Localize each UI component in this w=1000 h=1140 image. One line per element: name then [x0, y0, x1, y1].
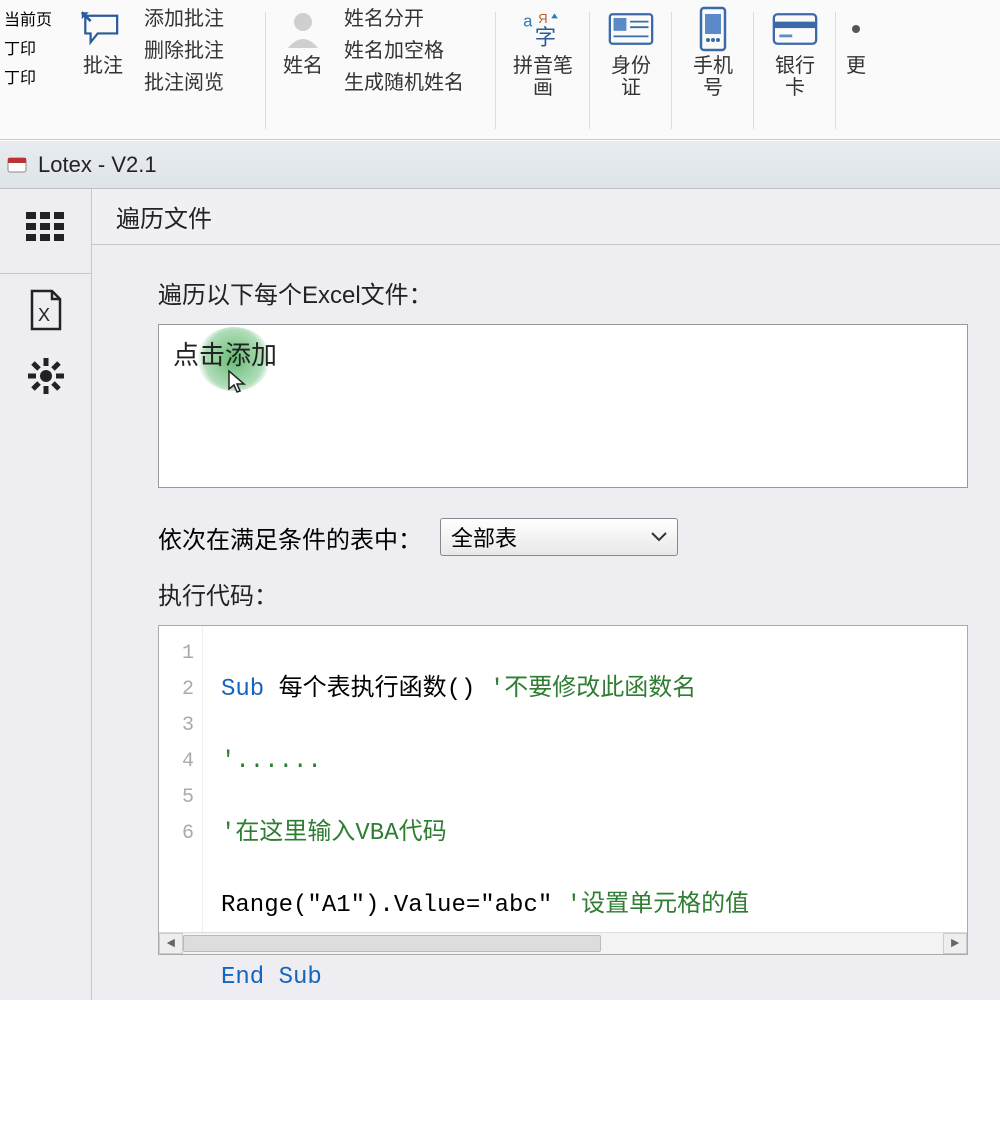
app-title: Lotex - V2.1	[38, 152, 157, 178]
sidebar: X	[0, 189, 92, 1000]
sheet-select[interactable]: 全部表	[440, 518, 678, 556]
chevron-down-icon	[651, 532, 667, 542]
tab-bar: 遍历文件	[92, 189, 1000, 245]
select-value: 全部表	[451, 521, 517, 553]
condition-label: 依次在满足条件的表中：	[158, 520, 422, 555]
ribbon-label: 更	[846, 55, 866, 77]
code-body: Sub 每个表执行函数() '不要修改此函数名 '...... '在这里输入VB…	[221, 626, 967, 1140]
files-label: 遍历以下每个Excel文件：	[158, 275, 1000, 310]
ribbon-group-name: 姓名 姓名分开 姓名加空格 生成随机姓名	[266, 2, 496, 139]
ribbon-label: 批注	[83, 55, 123, 77]
sidebar-excel-button[interactable]: X	[21, 290, 71, 330]
ribbon-item[interactable]: 姓名分开	[338, 6, 470, 33]
ribbon-label: 拼音笔 画	[513, 55, 573, 99]
ribbon-label: 姓名	[283, 55, 323, 77]
scroll-right-icon[interactable]: ►	[943, 933, 967, 954]
bank-card-icon	[772, 6, 818, 52]
ribbon-item[interactable]: 当前页	[4, 6, 52, 30]
ribbon-group-id[interactable]: 身份 证	[590, 2, 672, 139]
svg-text:字: 字	[535, 26, 556, 50]
ribbon-group-pinyin[interactable]: aЯ字 拼音笔 画	[496, 2, 590, 139]
line-gutter: 1 2 3 4 5 6	[159, 626, 203, 954]
ribbon-item[interactable]: 批注阅览	[138, 70, 230, 97]
ribbon: 当前页 丁印 丁印 批注 添加批注 删除批注 批注阅览 姓名 姓名分开 姓名加空…	[0, 0, 1000, 140]
ribbon-item[interactable]: 姓名加空格	[338, 38, 470, 65]
id-card-icon	[608, 6, 654, 52]
phone-icon	[690, 6, 736, 52]
sidebar-grid-button[interactable]	[21, 207, 71, 247]
ribbon-item[interactable]: 生成随机姓名	[338, 70, 470, 97]
comment-icon[interactable]	[80, 6, 126, 52]
ribbon-item[interactable]: 丁印	[4, 35, 52, 59]
workspace: X 遍历文件 遍历以下每个Excel文件： 点击添加 依次在满足条件的表中： 全…	[0, 188, 1000, 1000]
ribbon-item[interactable]: 丁印	[4, 64, 52, 88]
content-pane: 遍历文件 遍历以下每个Excel文件： 点击添加 依次在满足条件的表中： 全部表	[92, 189, 1000, 1000]
titlebar: Lotex - V2.1	[0, 140, 1000, 188]
horizontal-scrollbar[interactable]: ◄ ►	[159, 932, 967, 954]
cursor-icon	[227, 369, 247, 395]
ribbon-label: 手机 号	[693, 55, 733, 99]
ribbon-group-more[interactable]: 更	[836, 2, 872, 139]
person-icon[interactable]	[280, 6, 326, 52]
ribbon-group-bank[interactable]: 银行 卡	[754, 2, 836, 139]
code-label: 执行代码：	[158, 576, 1000, 611]
sidebar-settings-button[interactable]	[21, 356, 71, 396]
code-editor[interactable]: 1 2 3 4 5 6 Sub 每个表执行函数() '不要修改此函数名 '...…	[158, 625, 968, 955]
add-hint: 点击添加	[173, 340, 277, 370]
app-icon	[6, 154, 28, 176]
ribbon-item[interactable]: 删除批注	[138, 38, 230, 65]
more-icon	[846, 6, 866, 52]
tab-traverse[interactable]: 遍历文件	[116, 199, 212, 234]
ribbon-item[interactable]: 添加批注	[138, 6, 230, 33]
ribbon-group-print: 当前页 丁印 丁印	[0, 2, 66, 139]
pinyin-icon: aЯ字	[520, 6, 566, 52]
svg-text:Я: Я	[538, 11, 547, 26]
files-listbox[interactable]: 点击添加	[158, 324, 968, 488]
ribbon-group-phone[interactable]: 手机 号	[672, 2, 754, 139]
ribbon-label: 身份 证	[611, 55, 651, 99]
scroll-left-icon[interactable]: ◄	[159, 933, 183, 954]
ribbon-group-annotate: 批注 添加批注 删除批注 批注阅览	[66, 2, 266, 139]
svg-text:a: a	[523, 13, 533, 31]
ribbon-label: 银行 卡	[775, 55, 815, 99]
svg-text:X: X	[38, 305, 50, 325]
